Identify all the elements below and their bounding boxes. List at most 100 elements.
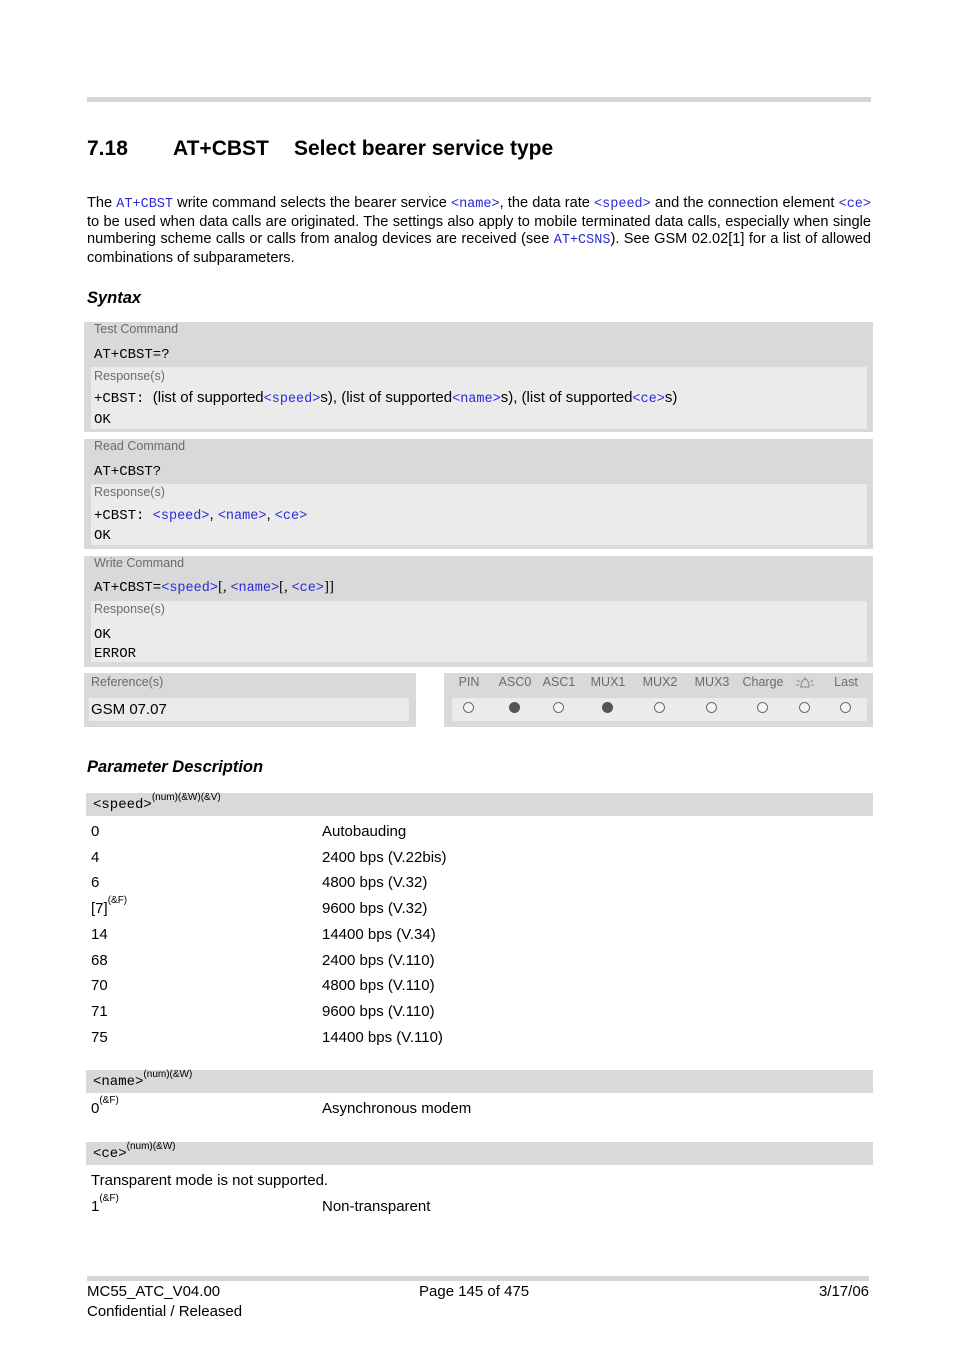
param-value-key: [7](&F) <box>91 895 128 918</box>
intro-text: , the data rate <box>499 195 595 211</box>
param-ref-speed[interactable]: <speed> <box>594 197 651 212</box>
param-value-key: 68 <box>91 951 108 969</box>
param-attrs: (num)(&W) <box>126 1141 176 1152</box>
flag-label: Last <box>834 675 858 689</box>
flag-indicator-filled <box>602 702 613 713</box>
section-title-text: Select bearer service type <box>294 137 554 160</box>
flag-column: ASC0 <box>490 673 540 695</box>
test-command: AT+CBST=? <box>94 346 170 363</box>
param-attrs: (num)(&W) <box>143 1069 193 1080</box>
read-response-ok: OK <box>94 526 111 544</box>
param-value-row: [7](&F) 9600 bps (V.32) <box>91 895 871 920</box>
param-value-row: 14 14400 bps (V.34) <box>91 926 871 946</box>
intro-text: write command selects the bearer service <box>173 195 451 211</box>
write-response-box: Response(s) OK ERROR <box>91 601 867 662</box>
syntax-heading: Syntax <box>87 289 142 307</box>
reference-value: GSM 07.07 <box>89 698 409 721</box>
footer-rule <box>87 1276 869 1281</box>
param-ref-name[interactable]: <name> <box>230 581 279 596</box>
response-text: (list of supported <box>152 389 264 406</box>
write-response-error: ERROR <box>94 644 136 662</box>
reference-box: Reference(s) GSM 07.07 <box>84 673 416 727</box>
flag-label: ASC0 <box>498 675 532 689</box>
param-value-row: 70 4800 bps (V.110) <box>91 977 871 997</box>
param-value-row: 0 Autobauding <box>91 823 871 843</box>
param-ref-ce[interactable]: <ce> <box>292 581 324 596</box>
test-response-box: Response(s) +CBST: (list of supported<sp… <box>91 367 867 429</box>
param-value-key: 75 <box>91 1028 108 1046</box>
flag-column: ASC1 <box>534 673 584 695</box>
param-header-name: <name>(num)(&W) <box>86 1069 873 1093</box>
test-response-ok: OK <box>94 410 111 428</box>
footer-doc-id: MC55_ATC_V04.00 <box>87 1283 221 1300</box>
param-header-speed: <speed>(num)(&W)(&V) <box>86 792 873 816</box>
response-text: s), (list of supported <box>500 389 633 406</box>
param-value-key: 6 <box>91 874 100 892</box>
param-value-key: 0 <box>91 823 100 840</box>
section-command: AT+CBST <box>173 137 269 160</box>
read-response-line: +CBST: <speed>, <name>, <ce> <box>94 506 307 524</box>
param-ref-speed[interactable]: <speed> <box>153 509 210 524</box>
param-value-description: 2400 bps (V.22bis) <box>322 848 447 866</box>
response-error: ERROR <box>94 646 137 662</box>
param-name-text: <speed> <box>93 797 152 813</box>
param-attrs: (num)(&W)(&V) <box>151 792 221 803</box>
write-command-label: Write Command <box>94 556 185 570</box>
section-number: 7.18 <box>87 137 128 160</box>
param-ref-name[interactable]: <name> <box>452 392 501 407</box>
flag-indicator-empty <box>654 702 665 713</box>
response-prefix: +CBST: <box>94 508 145 524</box>
flag-column: MUX1 <box>583 673 633 695</box>
param-ref-ce[interactable]: <ce> <box>275 509 307 524</box>
param-value-description: 9600 bps (V.110) <box>322 1002 435 1020</box>
param-value-description: 2400 bps (V.110) <box>322 951 435 969</box>
test-response-line: +CBST: (list of supported<speed>s), (lis… <box>94 389 677 407</box>
header-rule <box>87 97 871 102</box>
write-response-ok: OK <box>94 625 111 643</box>
response-text: s), (list of supported <box>320 389 453 406</box>
param-name: <name>(num)(&W) <box>93 1069 192 1090</box>
param-ref-ce[interactable]: <ce> <box>839 197 871 212</box>
param-value-row: 6 4800 bps (V.32) <box>91 874 871 894</box>
param-default-marker: (&F) <box>99 1193 119 1204</box>
param-ref-speed[interactable]: <speed> <box>161 581 218 596</box>
separator: [, <box>279 579 292 595</box>
flag-column: MUX2 <box>635 673 685 695</box>
flag-indicator-empty <box>553 702 564 713</box>
flag-indicator-filled <box>509 702 520 713</box>
flag-label: MUX1 <box>590 675 626 689</box>
param-value-key: 0(&F) <box>91 1095 119 1117</box>
read-response-label: Response(s) <box>94 485 165 499</box>
parameter-description-heading: Parameter Description <box>87 758 264 776</box>
param-header-ce: <ce>(num)(&W) <box>86 1141 873 1165</box>
test-command-box: Test Command AT+CBST=? Response(s) +CBST… <box>84 322 873 432</box>
reference-label: Reference(s) <box>91 675 164 689</box>
write-command-box: Write Command AT+CBST=<speed>[, <name>[,… <box>84 556 873 667</box>
link-at-csns[interactable]: AT+CSNS <box>554 233 611 248</box>
flag-indicator-empty <box>799 702 810 713</box>
flag-column: Last <box>821 673 871 695</box>
section-title: 7.18 AT+CBST Select bearer service type <box>87 137 553 161</box>
param-ref-name[interactable]: <name> <box>451 197 500 212</box>
intro-text: The <box>87 195 117 211</box>
param-ref-speed[interactable]: <speed> <box>264 392 321 407</box>
test-command-text: AT+CBST=? <box>94 347 170 363</box>
param-ref-name[interactable]: <name> <box>218 509 267 524</box>
param-value-row: 71 9600 bps (V.110) <box>91 1003 871 1023</box>
param-value-description: 14400 bps (V.34) <box>322 925 436 943</box>
param-value-key: 14 <box>91 925 108 943</box>
param-ref-ce[interactable]: <ce> <box>632 392 664 407</box>
param-value-description: 4800 bps (V.110) <box>322 977 435 995</box>
response-text: s) <box>664 389 678 406</box>
flag-column: MUX3 <box>687 673 737 695</box>
param-value-row: 68 2400 bps (V.110) <box>91 952 871 972</box>
flag-indicator-empty <box>840 702 851 713</box>
intro-text: and the connection element <box>650 195 839 211</box>
read-response-box: Response(s) +CBST: <speed>, <name>, <ce>… <box>91 484 867 545</box>
separator: , <box>266 506 275 523</box>
link-at-cbst[interactable]: AT+CBST <box>116 197 173 212</box>
flag-label: MUX3 <box>694 675 730 689</box>
param-value-description: Asynchronous modem <box>322 1100 472 1117</box>
param-value-row: 75 14400 bps (V.110) <box>91 1029 871 1049</box>
write-command: AT+CBST=<speed>[, <name>[, <ce>]] <box>94 579 334 596</box>
